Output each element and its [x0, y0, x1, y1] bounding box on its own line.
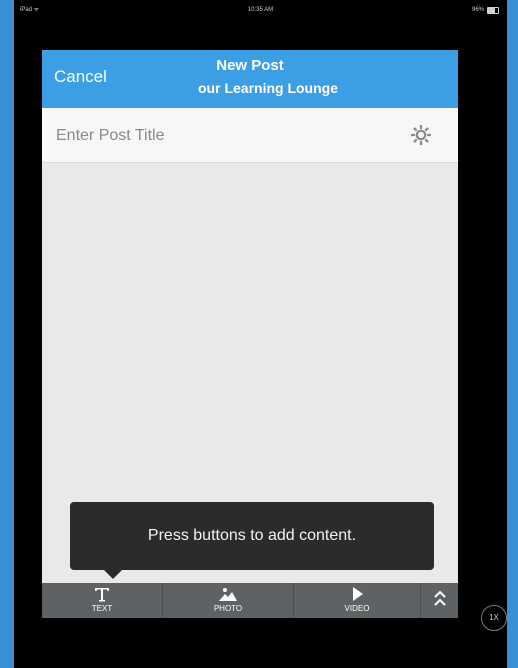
tooltip-pointer [104, 570, 122, 579]
add-text-label: TEXT [91, 604, 113, 613]
page-subtitle: our Learning Lounge [198, 80, 338, 96]
chevron-up-icon [421, 589, 458, 614]
add-video-button[interactable]: VIDEO [294, 583, 420, 618]
zoom-badge[interactable]: 1X [481, 605, 507, 631]
status-time: 10:35 AM [247, 7, 274, 13]
battery-icon [487, 6, 499, 14]
gear-icon[interactable] [408, 122, 434, 148]
battery-percent: 96% [471, 7, 484, 13]
page-title: New Post [216, 57, 284, 74]
add-video-label: VIDEO [344, 604, 370, 613]
hint-tooltip: Press buttons to add content. [70, 502, 434, 570]
nav-bar: Cancel New Post our Learning Lounge [42, 50, 458, 108]
expand-toolbar-button[interactable] [421, 583, 458, 618]
post-title-input[interactable] [54, 120, 388, 152]
post-title-row [42, 108, 458, 163]
add-text-button[interactable]: TEXT [42, 583, 162, 618]
add-photo-button[interactable]: PHOTO [163, 583, 293, 618]
new-post-screen: Cancel New Post our Learning Lounge Pres… [42, 50, 458, 618]
add-photo-label: PHOTO [213, 604, 243, 613]
status-bar: iPad ᯤ 10:35 AM 96% [14, 0, 507, 20]
